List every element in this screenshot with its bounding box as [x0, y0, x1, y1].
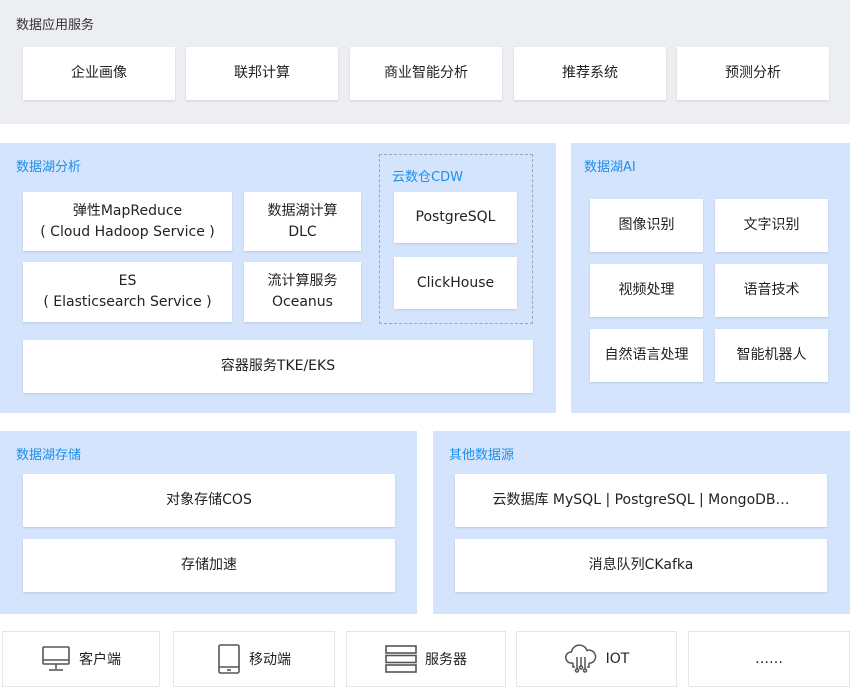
ai-image-recognition[interactable]: 图像识别 — [590, 199, 703, 252]
container-service-box[interactable]: 容器服务TKE/EKS — [23, 340, 533, 393]
client-label: 客户端 — [79, 652, 121, 668]
data-lake-storage-title: 数据湖存储 — [16, 448, 82, 463]
cdw-clickhouse[interactable]: ClickHouse — [394, 257, 517, 309]
oceanus-box[interactable]: 流计算服务 Oceanus — [244, 262, 361, 322]
ai-nlp[interactable]: 自然语言处理 — [590, 329, 703, 382]
emr-full-name: ( Cloud Hadoop Service ) — [40, 223, 215, 240]
dlc-box[interactable]: 数据湖计算 DLC — [244, 192, 361, 251]
server-label: 服务器 — [425, 652, 467, 668]
mobile-item[interactable]: 移动端 — [173, 631, 335, 687]
data-lake-ai-title: 数据湖AI — [584, 160, 636, 175]
data-lake-analysis-title: 数据湖分析 — [16, 160, 82, 175]
dlc-name: 数据湖计算 — [267, 202, 338, 219]
app-item-enterprise-profile[interactable]: 企业画像 — [23, 47, 175, 100]
iot-item[interactable]: IOT — [516, 631, 677, 687]
server-item[interactable]: 服务器 — [346, 631, 506, 687]
storage-acceleration[interactable]: 存储加速 — [23, 539, 395, 592]
iot-label: IOT — [605, 651, 630, 667]
emr-name: 弹性MapReduce — [72, 202, 183, 219]
ai-text-recognition[interactable]: 文字识别 — [715, 199, 828, 252]
data-application-title: 数据应用服务 — [16, 18, 95, 33]
ai-video-processing[interactable]: 视频处理 — [590, 264, 703, 317]
source-ckafka[interactable]: 消息队列CKafka — [455, 539, 827, 592]
other-sources-title: 其他数据源 — [449, 448, 515, 463]
data-application-panel: 数据应用服务 企业画像 联邦计算 商业智能分析 推荐系统 预测分析 — [0, 0, 850, 124]
app-item-business-intelligence[interactable]: 商业智能分析 — [350, 47, 502, 100]
monitor-icon — [41, 645, 71, 673]
cdw-postgresql[interactable]: PostgreSQL — [394, 192, 517, 243]
cdw-title: 云数仓CDW — [392, 170, 463, 185]
app-item-recommendation[interactable]: 推荐系统 — [514, 47, 666, 100]
source-cloud-database[interactable]: 云数据库 MySQL | PostgreSQL | MongoDB… — [455, 474, 827, 527]
oceanus-abbr: Oceanus — [272, 294, 333, 310]
emr-box[interactable]: 弹性MapReduce ( Cloud Hadoop Service ) — [23, 192, 232, 251]
cloud-iot-icon — [564, 644, 598, 674]
more-item[interactable]: …… — [688, 631, 850, 687]
es-full-name: ( Elasticsearch Service ) — [43, 294, 212, 310]
ai-speech-technology[interactable]: 语音技术 — [715, 264, 828, 317]
es-name: ES — [118, 273, 137, 289]
ai-intelligent-robot[interactable]: 智能机器人 — [715, 329, 828, 382]
dlc-abbr: DLC — [288, 223, 317, 240]
storage-cos[interactable]: 对象存储COS — [23, 474, 395, 527]
mobile-label: 移动端 — [249, 652, 291, 668]
client-item[interactable]: 客户端 — [2, 631, 160, 687]
tablet-icon — [217, 644, 241, 674]
server-icon — [385, 644, 417, 674]
app-item-prediction[interactable]: 预测分析 — [677, 47, 829, 100]
es-box[interactable]: ES ( Elasticsearch Service ) — [23, 262, 232, 322]
app-item-federated-computing[interactable]: 联邦计算 — [186, 47, 338, 100]
oceanus-name: 流计算服务 — [267, 273, 338, 289]
more-label: …… — [755, 651, 783, 667]
